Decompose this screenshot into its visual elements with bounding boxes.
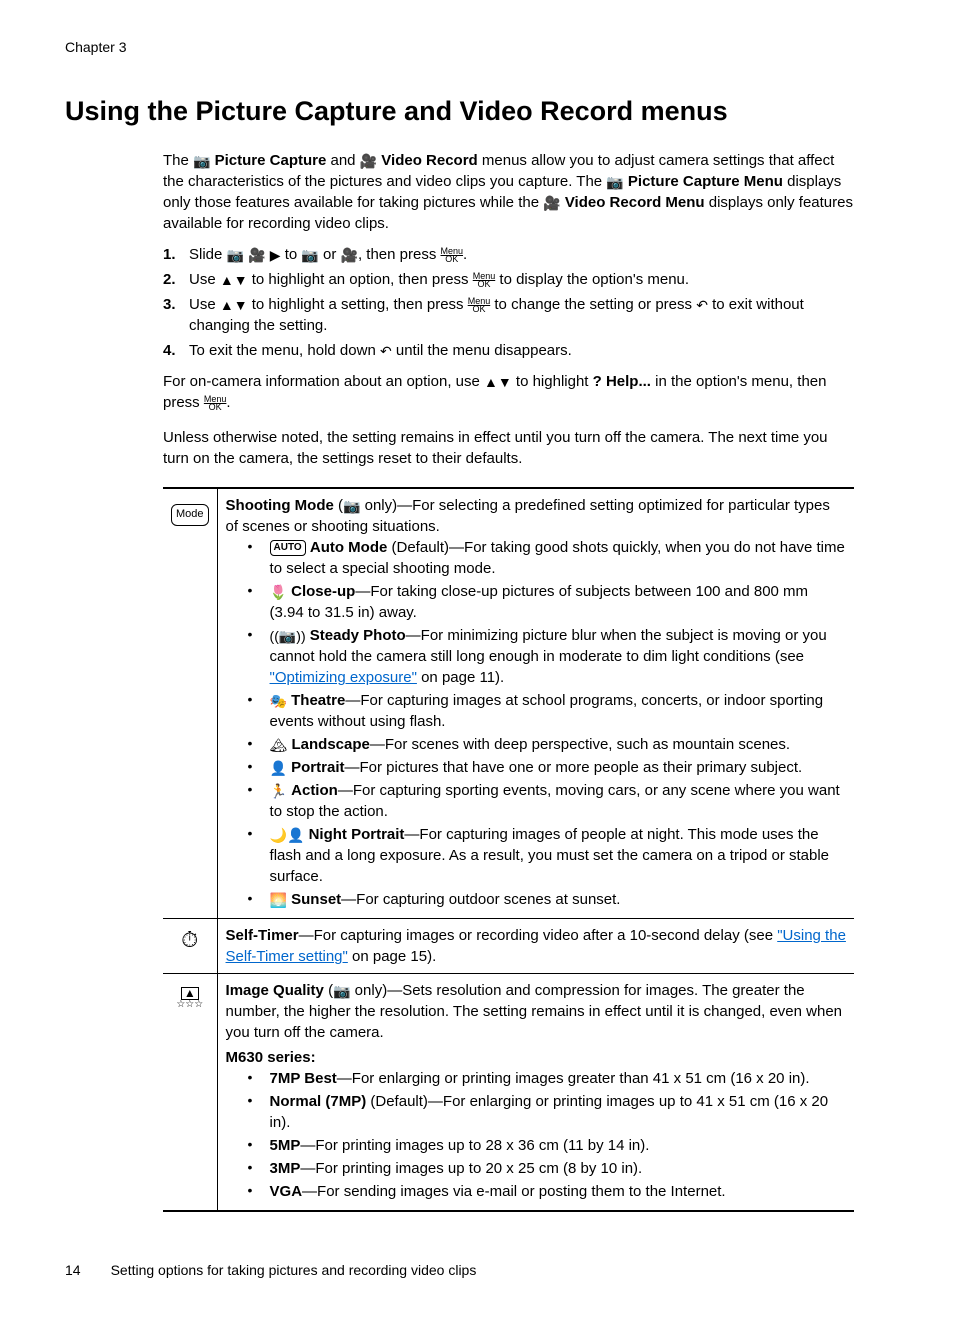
mode-sunset: 🌅 Sunset—For capturing outdoor scenes at… [248, 889, 846, 910]
page-footer: 14 Setting options for taking pictures an… [65, 1261, 476, 1281]
row-self-timer: ⏱ Self-Timer—For capturing images or rec… [163, 919, 854, 974]
landscape-icon: 🏔 [270, 736, 288, 756]
sunset-icon: 🌅 [270, 891, 287, 911]
steady-icon: ((📷)) [270, 627, 306, 647]
steps-list: Slide 📷 🎥 ▶ to 📷 or 🎥, then press MenuOK… [163, 244, 854, 361]
note-paragraph: Unless otherwise noted, the setting rema… [163, 427, 854, 469]
camera-icon: 📷 [193, 152, 210, 172]
options-table: Mode Shooting Mode (📷 only)—For selectin… [163, 487, 854, 1212]
mode-theatre: 🎭 Theatre—For capturing images at school… [248, 690, 846, 732]
mode-action: 🏃 Action—For capturing sporting events, … [248, 780, 846, 822]
video-icon: 🎥 [248, 246, 265, 266]
portrait-icon: 👤 [270, 759, 287, 779]
help-icon: ? [593, 373, 602, 390]
menu-ok-icon: MenuOK [204, 395, 227, 411]
mode-portrait: 👤 Portrait—For pictures that have one or… [248, 757, 846, 778]
theatre-icon: 🎭 [270, 692, 287, 712]
updown-icon: ▲▼ [220, 296, 248, 316]
row-image-quality: ▲☆☆☆ Image Quality (📷 only)—Sets resolut… [163, 974, 854, 1212]
video-icon: 🎥 [360, 152, 377, 172]
camera-icon: 📷 [227, 246, 244, 266]
menu-ok-icon: MenuOK [473, 272, 496, 288]
quality-7mp-best: 7MP Best—For enlarging or printing image… [248, 1068, 846, 1089]
menu-ok-icon: MenuOK [441, 247, 464, 263]
quality-7mp-normal: Normal (7MP) (Default)—For enlarging or … [248, 1091, 846, 1133]
step-3: Use ▲▼ to highlight a setting, then pres… [163, 294, 854, 336]
chapter-label: Chapter 3 [65, 38, 854, 58]
updown-icon: ▲▼ [220, 271, 248, 291]
quality-5mp: 5MP—For printing images up to 28 x 36 cm… [248, 1135, 846, 1156]
back-icon: ↶ [696, 296, 708, 316]
step-4: To exit the menu, hold down ↶ until the … [163, 340, 854, 361]
step-1: Slide 📷 🎥 ▶ to 📷 or 🎥, then press MenuOK… [163, 244, 854, 265]
play-icon: ▶ [270, 246, 281, 266]
help-paragraph: For on-camera information about an optio… [163, 371, 854, 413]
updown-icon: ▲▼ [484, 373, 512, 393]
video-icon: 🎥 [543, 194, 560, 214]
mode-landscape: 🏔 Landscape—For scenes with deep perspec… [248, 734, 846, 755]
mode-auto: AUTO Auto Mode (Default)—For taking good… [248, 537, 846, 579]
auto-icon: AUTO [270, 540, 306, 556]
mode-icon: Mode [171, 504, 209, 525]
mode-closeup: 🌷 Close-up—For taking close-up pictures … [248, 581, 846, 623]
camera-icon: 📷 [606, 173, 623, 193]
step-2: Use ▲▼ to highlight an option, then pres… [163, 269, 854, 290]
quality-3mp: 3MP—For printing images up to 20 x 25 cm… [248, 1158, 846, 1179]
video-icon: 🎥 [341, 246, 358, 266]
series-label: M630 series: [226, 1047, 846, 1068]
quality-icon: ▲☆☆☆ [176, 980, 203, 1009]
optimizing-exposure-link[interactable]: "Optimizing exposure" [270, 669, 417, 686]
night-icon: 🌙👤 [270, 826, 305, 846]
page-number: 14 [65, 1262, 81, 1278]
camera-icon: 📷 [333, 982, 350, 1002]
footer-section: Setting options for taking pictures and … [111, 1262, 477, 1278]
flower-icon: 🌷 [270, 583, 287, 603]
camera-icon: 📷 [343, 497, 360, 517]
timer-icon: ⏱ [181, 927, 198, 952]
mode-night: 🌙👤 Night Portrait—For capturing images o… [248, 824, 846, 887]
intro-paragraph: The 📷 Picture Capture and 🎥 Video Record… [163, 150, 854, 234]
page-title: Using the Picture Capture and Video Reco… [65, 93, 854, 131]
menu-ok-icon: MenuOK [468, 297, 491, 313]
back-icon: ↶ [380, 342, 392, 362]
camera-icon: 📷 [301, 246, 318, 266]
row-shooting-mode: Mode Shooting Mode (📷 only)—For selectin… [163, 488, 854, 919]
mode-steady: ((📷)) Steady Photo—For minimizing pictur… [248, 625, 846, 688]
quality-vga: VGA—For sending images via e-mail or pos… [248, 1181, 846, 1202]
action-icon: 🏃 [270, 782, 287, 802]
